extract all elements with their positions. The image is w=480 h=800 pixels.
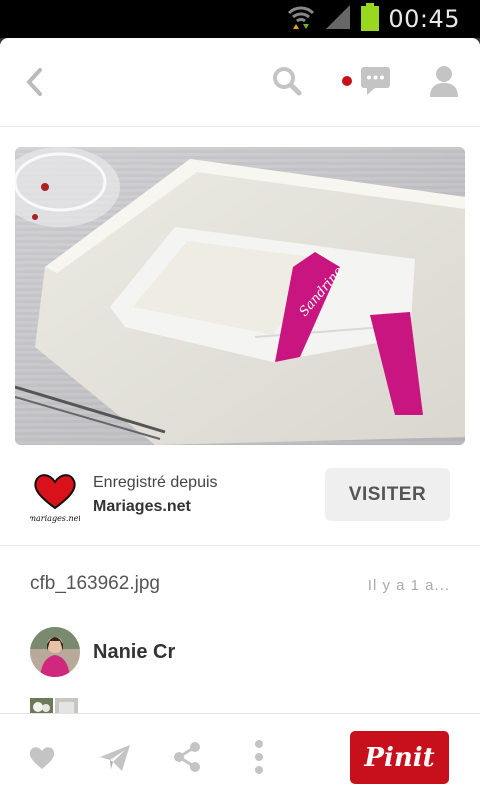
notification-dot [342,76,352,86]
signal-icon [324,3,352,36]
heart-logo-icon: mariages.net [28,474,82,523]
top-toolbar [0,38,480,127]
messages-button[interactable] [338,62,394,100]
pin-it-button[interactable]: Pinit [350,731,449,784]
more-options-button[interactable] [246,738,272,776]
chevron-left-icon [26,68,42,96]
chat-bubble-icon [342,67,390,95]
back-button[interactable] [20,64,50,100]
pinner-row[interactable]: Nanie Cr [30,626,175,678]
pin-timestamp: Il y a 1 a... [367,577,450,594]
site-logo[interactable]: mariages.net [28,470,82,525]
share-icon [174,742,200,772]
search-icon [273,67,302,96]
avatar[interactable] [30,627,80,677]
send-button[interactable] [97,742,133,774]
battery-icon [360,2,380,37]
paper-plane-icon [100,745,130,771]
heart-icon [29,747,55,769]
source-site-name[interactable]: Mariages.net [93,498,191,516]
visit-button[interactable]: VISITER [325,468,450,521]
source-row: mariages.net Enregistré depuis Mariages.… [0,458,480,546]
pinner-name[interactable]: Nanie Cr [93,641,175,664]
share-button[interactable] [170,740,204,774]
saved-from-label: Enregistré depuis [93,474,218,491]
pin-detail-card: Sandrine mariages.net Enregistré depuis … [0,38,480,800]
svg-text:mariages.net: mariages.net [30,514,80,523]
like-button[interactable] [26,742,58,774]
status-bar: 00:45 [0,0,480,38]
pin-description: cfb_163962.jpg [30,573,160,594]
status-time: 00:45 [388,5,460,33]
bottom-action-bar: Pinit [0,713,480,800]
pin-image[interactable]: Sandrine [15,147,465,445]
search-button[interactable] [268,62,306,100]
more-vertical-icon [255,740,263,774]
profile-button[interactable] [426,62,462,100]
wifi-icon [286,2,316,37]
user-icon [430,66,458,97]
